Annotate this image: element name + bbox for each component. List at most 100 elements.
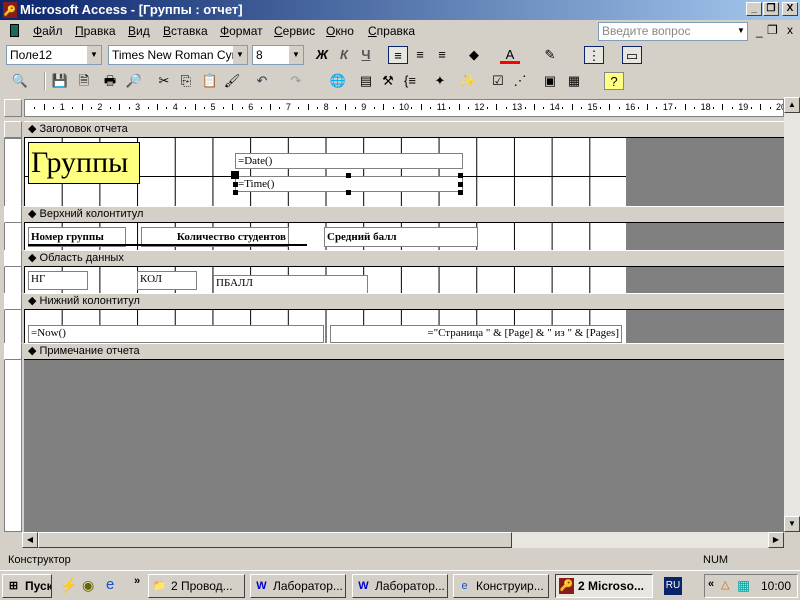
properties-icon[interactable]: ☑ xyxy=(488,72,508,90)
student-count-field[interactable]: КОЛ xyxy=(137,271,197,290)
database-window-icon[interactable]: ▣ xyxy=(540,72,560,90)
report-doc-icon[interactable] xyxy=(10,24,19,37)
section-selector[interactable] xyxy=(4,293,22,310)
resize-handle[interactable] xyxy=(458,173,463,178)
scroll-down-button[interactable]: ▼ xyxy=(784,516,800,532)
menu-file[interactable]: Файл xyxy=(33,24,63,38)
align-right-button[interactable]: ≡ xyxy=(432,46,452,64)
tray-grid-icon[interactable]: ▦ xyxy=(737,577,750,594)
view-icon[interactable]: 🔍 xyxy=(10,72,30,90)
resize-handle[interactable] xyxy=(346,190,351,195)
print-preview-icon[interactable]: 🔎 xyxy=(124,72,144,90)
format-painter-icon[interactable]: 🖌 xyxy=(222,72,242,90)
bold-button[interactable]: Ж xyxy=(312,46,332,64)
close-button[interactable]: X xyxy=(782,2,798,16)
toolbox-icon[interactable]: ⚒ xyxy=(378,72,398,90)
average-score-field[interactable]: ПБАЛЛ xyxy=(213,275,368,293)
ask-question-input[interactable]: Введите вопрос xyxy=(598,22,748,41)
menu-format[interactable]: Формат xyxy=(220,24,263,38)
section-selector[interactable] xyxy=(4,343,22,360)
report-selector[interactable] xyxy=(4,99,22,117)
code-icon[interactable]: ✨ xyxy=(458,72,478,90)
internet-explorer-icon[interactable]: e xyxy=(106,576,114,593)
menu-help[interactable]: Справка xyxy=(368,24,415,38)
file-search-icon[interactable]: 🗎 xyxy=(74,72,94,90)
date-textbox[interactable]: =Date() xyxy=(235,153,463,169)
menu-window[interactable]: Окно xyxy=(326,24,354,38)
menu-insert[interactable]: Вставка xyxy=(163,24,208,38)
resize-handle[interactable] xyxy=(458,190,463,195)
section-bar-page-footer[interactable]: ◆ Нижний колонтитул xyxy=(24,293,784,310)
start-button[interactable]: ⊞ Пуск xyxy=(2,574,52,598)
fill-color-icon[interactable]: ◆ xyxy=(464,46,484,64)
scroll-left-button[interactable]: ◀ xyxy=(22,532,38,548)
border-width-icon[interactable]: ⋮ xyxy=(584,46,604,64)
tray-app-icon[interactable]: △ xyxy=(721,578,729,591)
section-bar-page-header[interactable]: ◆ Верхний колонтитул xyxy=(24,206,784,223)
underline-line[interactable] xyxy=(28,244,307,246)
print-icon[interactable]: 🖶 xyxy=(100,72,120,90)
doc-minimize-button[interactable]: _ xyxy=(756,24,763,38)
sorting-grouping-icon[interactable]: {≡ xyxy=(400,72,420,90)
group-number-field[interactable]: НГ xyxy=(28,271,88,290)
resize-handle[interactable] xyxy=(233,182,238,187)
font-size-select[interactable]: 8 ▼ xyxy=(252,45,304,65)
more-quicklaunch-icon[interactable]: » xyxy=(134,575,140,587)
underline-button[interactable]: Ч xyxy=(356,46,376,64)
scroll-thumb[interactable] xyxy=(38,532,512,548)
chevron-down-icon[interactable]: ▼ xyxy=(737,26,745,35)
section-bar-detail[interactable]: ◆ Область данных xyxy=(24,250,784,267)
new-object-icon[interactable]: ▦ xyxy=(564,72,584,90)
section-selector[interactable] xyxy=(4,121,22,138)
save-icon[interactable]: 💾 xyxy=(50,72,70,90)
paste-icon[interactable]: 📋 xyxy=(200,72,220,90)
section-selector[interactable] xyxy=(4,250,22,267)
doc-close-button[interactable]: x xyxy=(787,23,793,37)
tray-expand-icon[interactable]: « xyxy=(708,578,714,590)
section-bar-report-header[interactable]: ◆ Заголовок отчета xyxy=(24,121,784,138)
line-color-icon[interactable]: ✎ xyxy=(540,46,560,64)
italic-button[interactable]: К xyxy=(334,46,354,64)
taskbar-item-word-2[interactable]: W Лаборатор... xyxy=(352,574,448,598)
align-left-button[interactable]: ≡ xyxy=(388,46,408,64)
build-icon[interactable]: ⋰ xyxy=(510,72,530,90)
menu-view[interactable]: Вид xyxy=(128,24,150,38)
menu-tools[interactable]: Сервис xyxy=(274,24,315,38)
taskbar-item-word-1[interactable]: W Лаборатор... xyxy=(250,574,346,598)
resize-handle[interactable] xyxy=(346,173,351,178)
font-color-icon[interactable]: A xyxy=(500,46,520,64)
language-indicator[interactable]: RU xyxy=(664,577,682,595)
help-icon[interactable]: ? xyxy=(604,72,624,90)
move-handle[interactable] xyxy=(231,171,239,179)
vertical-scrollbar[interactable]: ▲ ▼ xyxy=(784,97,800,532)
minimize-button[interactable]: _ xyxy=(746,2,762,16)
align-center-button[interactable]: ≡ xyxy=(410,46,430,64)
resize-handle[interactable] xyxy=(458,182,463,187)
scroll-up-button[interactable]: ▲ xyxy=(784,97,800,113)
copy-icon[interactable]: ⎘ xyxy=(176,72,196,90)
font-select[interactable]: Times New Roman Cyr ▼ xyxy=(108,45,248,65)
winamp-icon[interactable]: ⚡ xyxy=(60,577,77,594)
cut-icon[interactable]: ✂ xyxy=(154,72,174,90)
section-selector[interactable] xyxy=(4,206,22,223)
redo-icon[interactable]: ↷ xyxy=(286,72,306,90)
restore-button[interactable]: ❐ xyxy=(763,2,779,16)
taskbar-item-explorer[interactable]: 📁 2 Провод... xyxy=(148,574,245,598)
page-number-textbox[interactable]: ="Страница " & [Page] & " из " & [Pages] xyxy=(330,325,622,343)
scroll-right-button[interactable]: ▶ xyxy=(768,532,784,548)
clock-app-icon[interactable]: ◉ xyxy=(82,577,94,594)
resize-handle[interactable] xyxy=(233,190,238,195)
now-textbox[interactable]: =Now() xyxy=(28,325,324,343)
section-bar-report-footer[interactable]: ◆ Примечание отчета xyxy=(24,343,784,360)
report-title-label[interactable]: Группы xyxy=(28,142,140,184)
doc-restore-button[interactable]: ❐ xyxy=(767,23,778,37)
object-select[interactable]: Поле12 ▼ xyxy=(6,45,102,65)
access-app-icon[interactable]: 🔑 xyxy=(3,2,17,18)
special-effect-icon[interactable]: ▭ xyxy=(622,46,642,64)
autoformat-icon[interactable]: ✦ xyxy=(430,72,450,90)
horizontal-scrollbar[interactable]: ◀ ▶ xyxy=(22,532,784,548)
undo-icon[interactable]: ↶ xyxy=(252,72,272,90)
average-score-label[interactable]: Средний балл xyxy=(324,227,478,247)
menu-edit[interactable]: Правка xyxy=(75,24,116,38)
taskbar-item-access[interactable]: 🔑 2 Microso... xyxy=(555,574,653,598)
